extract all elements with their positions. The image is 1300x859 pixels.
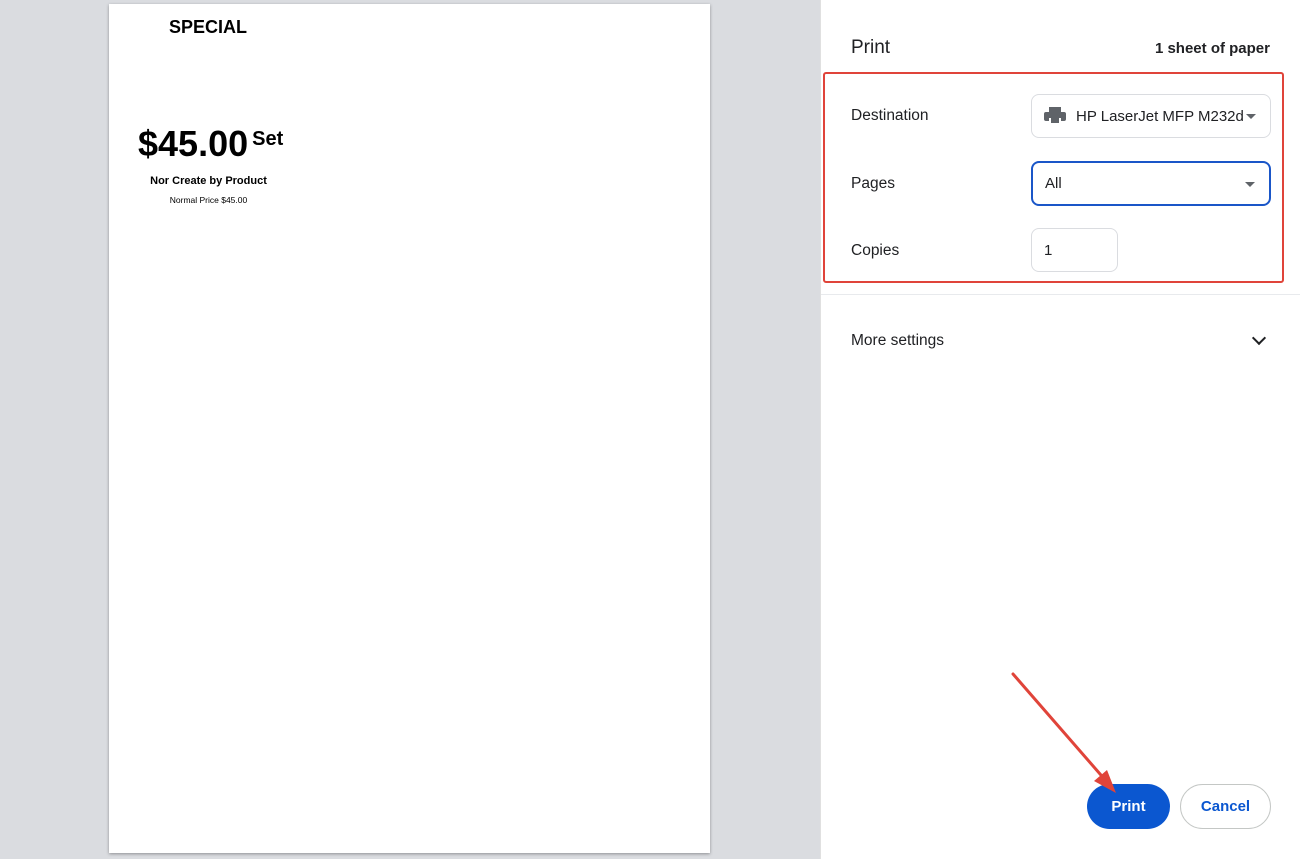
more-settings-toggle[interactable]: More settings xyxy=(851,326,1270,356)
normal-price: Normal Price $45.00 xyxy=(169,195,248,205)
printer-icon xyxy=(1044,107,1066,125)
divider xyxy=(821,294,1300,295)
pages-label: Pages xyxy=(851,175,895,192)
chevron-down-icon xyxy=(1251,330,1267,346)
copies-label: Copies xyxy=(851,242,900,259)
destination-select[interactable]: HP LaserJet MFP M232d xyxy=(1031,94,1271,138)
caret-down-icon xyxy=(1246,114,1256,119)
print-settings-panel: Print 1 sheet of paper Destination HP La… xyxy=(820,0,1300,859)
print-button[interactable]: Print xyxy=(1087,784,1170,829)
product-name: Nor Create by Product xyxy=(150,175,267,187)
pages-select[interactable]: All xyxy=(1031,161,1271,206)
destination-value: HP LaserJet MFP M232d xyxy=(1076,107,1244,125)
price-row: $45.00 Set xyxy=(138,126,283,162)
settings-header: Print 1 sheet of paper xyxy=(851,35,1270,61)
copies-value: 1 xyxy=(1044,241,1053,259)
preview-page: SPECIAL $45.00 Set Nor Create by Product… xyxy=(109,4,710,853)
sheet-count: 1 sheet of paper xyxy=(1154,39,1270,57)
price-value: $45.00 xyxy=(138,123,249,164)
more-settings-label: More settings xyxy=(851,332,945,349)
pages-value: All xyxy=(1045,175,1062,192)
caret-down-icon xyxy=(1245,181,1255,187)
price-unit: Set xyxy=(252,128,284,150)
cancel-button[interactable]: Cancel xyxy=(1180,784,1271,829)
dialog-title: Print xyxy=(851,37,891,58)
special-label: SPECIAL xyxy=(169,17,248,37)
destination-label: Destination xyxy=(851,107,929,124)
print-preview-area: SPECIAL $45.00 Set Nor Create by Product… xyxy=(0,0,820,859)
copies-input[interactable]: 1 xyxy=(1031,228,1118,272)
